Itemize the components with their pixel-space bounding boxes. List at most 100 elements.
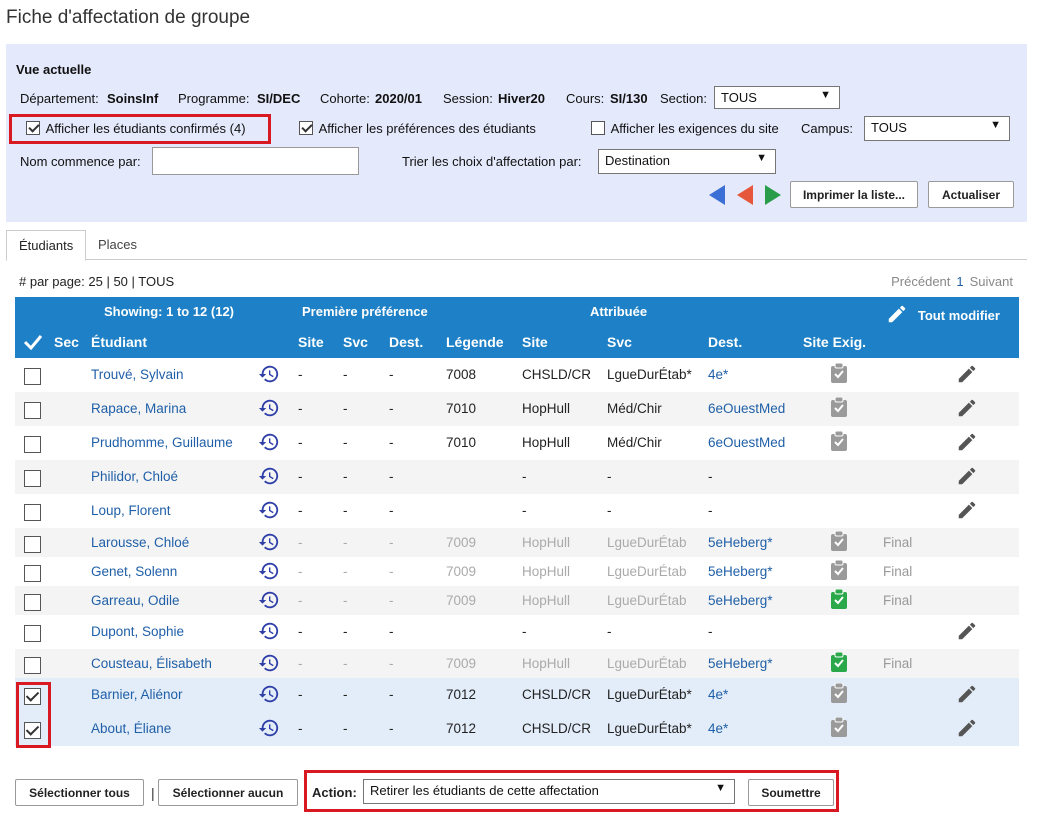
- edit-pencil-icon[interactable]: [956, 499, 978, 524]
- student-name-link[interactable]: Dupont, Sophie: [91, 624, 184, 639]
- student-name-link[interactable]: Philidor, Chloé: [91, 469, 178, 484]
- student-name-link[interactable]: About, Éliane: [91, 721, 171, 736]
- history-icon[interactable]: [258, 683, 280, 708]
- assigned-dest-link[interactable]: 4e*: [708, 687, 728, 702]
- assigned-dest-link[interactable]: 5eHeberg*: [708, 656, 773, 671]
- assigned-dest-link[interactable]: 5eHeberg*: [708, 535, 773, 550]
- sort-select[interactable]: Destination ▼: [598, 149, 776, 174]
- clipboard-check-icon[interactable]: [830, 396, 848, 420]
- show-preferences-checkbox[interactable]: [299, 121, 313, 135]
- history-icon[interactable]: [258, 397, 280, 422]
- assigned-dest-link[interactable]: 6eOuestMed: [708, 401, 785, 416]
- row-checkbox[interactable]: [24, 436, 41, 453]
- current-page-number[interactable]: 1: [956, 274, 963, 289]
- history-icon[interactable]: [258, 531, 280, 556]
- history-icon[interactable]: [258, 652, 280, 677]
- clipboard-check-icon[interactable]: [830, 559, 848, 583]
- history-icon[interactable]: [258, 431, 280, 456]
- table-row[interactable]: About, Éliane - - - 7012 CHSLD/CR LgueDurÉtab*…: [15, 712, 1019, 746]
- row-checkbox[interactable]: [24, 536, 41, 553]
- student-name-link[interactable]: Loup, Florent: [91, 503, 171, 518]
- edit-pencil-icon[interactable]: [956, 363, 978, 388]
- col-student[interactable]: Étudiant: [91, 334, 147, 350]
- row-checkbox[interactable]: [24, 594, 41, 611]
- refresh-button[interactable]: Actualiser: [928, 181, 1014, 208]
- next-arrow-icon[interactable]: [764, 185, 782, 205]
- assigned-dest-link[interactable]: 4e*: [708, 367, 728, 382]
- previous-arrow-icon[interactable]: [736, 185, 754, 205]
- student-name-link[interactable]: Trouvé, Sylvain: [91, 367, 184, 382]
- check-all-icon[interactable]: [23, 334, 43, 350]
- student-name-link[interactable]: Cousteau, Élisabeth: [91, 656, 212, 671]
- previous-page-link[interactable]: Précédent: [891, 274, 950, 289]
- tab-places[interactable]: Places: [86, 230, 149, 261]
- clipboard-check-icon[interactable]: [830, 362, 848, 386]
- submit-button[interactable]: Soumettre: [748, 779, 834, 806]
- show-site-req-toggle[interactable]: Afficher les exigences du site: [591, 121, 779, 136]
- student-name-link[interactable]: Garreau, Odile: [91, 593, 180, 608]
- table-row[interactable]: Trouvé, Sylvain - - - 7008 CHSLD/CR LgueDurÉta…: [15, 358, 1019, 392]
- row-checkbox[interactable]: [24, 625, 41, 642]
- first-page-arrow-icon[interactable]: [708, 185, 726, 205]
- name-starts-input[interactable]: [152, 147, 359, 175]
- row-checkbox[interactable]: [24, 504, 41, 521]
- row-checkbox[interactable]: [24, 657, 41, 674]
- clipboard-check-icon[interactable]: [830, 716, 848, 740]
- edit-pencil-icon[interactable]: [956, 465, 978, 490]
- history-icon[interactable]: [258, 465, 280, 490]
- next-page-link[interactable]: Suivant: [970, 274, 1013, 289]
- edit-pencil-icon[interactable]: [956, 397, 978, 422]
- student-name-link[interactable]: Larousse, Chloé: [91, 535, 189, 550]
- clipboard-check-icon[interactable]: [830, 430, 848, 454]
- edit-pencil-icon[interactable]: [956, 683, 978, 708]
- table-row[interactable]: Dupont, Sophie - - - - - -: [15, 615, 1019, 649]
- table-row[interactable]: Rapace, Marina - - - 7010 HopHull Méd/Chir 6eOu…: [15, 392, 1019, 426]
- per-page-selector[interactable]: # par page: 25 | 50 | TOUS: [19, 274, 174, 289]
- clipboard-check-icon[interactable]: [830, 530, 848, 554]
- campus-select[interactable]: TOUS ▼: [864, 116, 1010, 141]
- row-checkbox[interactable]: [24, 402, 41, 419]
- show-preferences-toggle[interactable]: Afficher les préférences des étudiants: [299, 121, 536, 136]
- table-row[interactable]: Larousse, Chloé - - - 7009 HopHull LgueDurÉtab…: [15, 528, 1019, 557]
- student-name-link[interactable]: Prudhomme, Guillaume: [91, 435, 233, 450]
- edit-all-button[interactable]: Tout modifier: [886, 303, 1000, 325]
- clipboard-check-icon[interactable]: [830, 651, 848, 675]
- student-name-link[interactable]: Barnier, Aliénor: [91, 687, 183, 702]
- student-name-link[interactable]: Genet, Solenn: [91, 564, 177, 579]
- section-select[interactable]: TOUS ▼: [714, 86, 840, 109]
- row-checkbox[interactable]: [24, 565, 41, 582]
- assigned-dest-link[interactable]: 6eOuestMed: [708, 435, 785, 450]
- select-all-button[interactable]: Sélectionner tous: [15, 779, 144, 806]
- edit-pencil-icon[interactable]: [956, 620, 978, 645]
- table-row[interactable]: Garreau, Odile - - - 7009 HopHull LgueDurÉtab 5…: [15, 586, 1019, 615]
- sort-label: Trier les choix d'affectation par:: [402, 154, 582, 169]
- tab-students[interactable]: Étudiants: [6, 230, 87, 261]
- row-checkbox[interactable]: [24, 470, 41, 487]
- edit-pencil-icon[interactable]: [956, 431, 978, 456]
- table-row[interactable]: Barnier, Aliénor - - - 7012 CHSLD/CR LgueDurÉt…: [15, 678, 1019, 712]
- first-preference-group-header: Première préférence: [302, 304, 428, 319]
- history-icon[interactable]: [258, 589, 280, 614]
- action-select[interactable]: Retirer les étudiants de cette affectati…: [363, 779, 735, 804]
- row-checkbox[interactable]: [24, 368, 41, 385]
- table-row[interactable]: Cousteau, Élisabeth - - - 7009 HopHull LgueDur…: [15, 649, 1019, 678]
- print-list-button[interactable]: Imprimer la liste...: [790, 181, 918, 208]
- table-row[interactable]: Loup, Florent - - - - - -: [15, 494, 1019, 528]
- clipboard-check-icon[interactable]: [830, 682, 848, 706]
- assigned-dest-link[interactable]: 4e*: [708, 721, 728, 736]
- edit-pencil-icon[interactable]: [956, 717, 978, 742]
- assigned-dest-link[interactable]: 5eHeberg*: [708, 564, 773, 579]
- select-none-button[interactable]: Sélectionner aucun: [158, 779, 298, 806]
- clipboard-check-icon[interactable]: [830, 588, 848, 612]
- history-icon[interactable]: [258, 363, 280, 388]
- history-icon[interactable]: [258, 620, 280, 645]
- history-icon[interactable]: [258, 717, 280, 742]
- history-icon[interactable]: [258, 499, 280, 524]
- student-name-link[interactable]: Rapace, Marina: [91, 401, 186, 416]
- table-row[interactable]: Prudhomme, Guillaume - - - 7010 HopHull Méd/Ch…: [15, 426, 1019, 460]
- show-site-req-checkbox[interactable]: [591, 121, 605, 135]
- table-row[interactable]: Genet, Solenn - - - 7009 HopHull LgueDurÉtab 5e…: [15, 557, 1019, 586]
- assigned-dest-link[interactable]: 5eHeberg*: [708, 593, 773, 608]
- history-icon[interactable]: [258, 560, 280, 585]
- table-row[interactable]: Philidor, Chloé - - - - - -: [15, 460, 1019, 494]
